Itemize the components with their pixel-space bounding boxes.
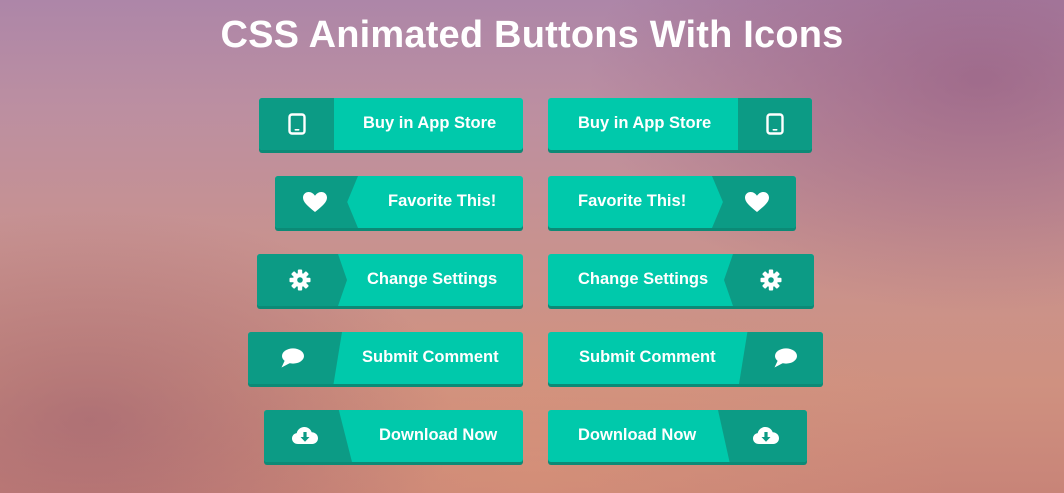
favorite-button-right[interactable]: Favorite This! bbox=[548, 176, 796, 228]
heart-icon bbox=[744, 191, 770, 213]
button-label: Change Settings bbox=[367, 270, 498, 288]
tablet-icon bbox=[766, 113, 784, 135]
button-label: Download Now bbox=[379, 426, 498, 444]
gear-icon bbox=[760, 269, 782, 291]
heart-icon bbox=[302, 191, 328, 213]
change-settings-button-left[interactable]: Change Settings bbox=[257, 254, 523, 306]
page-title: CSS Animated Buttons With Icons bbox=[220, 14, 844, 56]
comment-icon bbox=[279, 347, 305, 369]
icon-panel bbox=[718, 410, 807, 462]
download-now-button-right[interactable]: Download Now bbox=[548, 410, 807, 462]
tablet-icon bbox=[287, 113, 306, 135]
download-now-button-left[interactable]: Download Now bbox=[264, 410, 523, 462]
button-label: Buy in App Store bbox=[578, 114, 712, 132]
icon-panel bbox=[738, 98, 812, 150]
button-label: Change Settings bbox=[578, 270, 709, 288]
cloud-download-icon bbox=[291, 425, 319, 447]
icon-panel bbox=[248, 332, 342, 384]
submit-comment-button-left[interactable]: Submit Comment bbox=[248, 332, 523, 384]
icon-panel bbox=[712, 176, 796, 228]
icon-panel bbox=[257, 254, 347, 306]
button-label: Favorite This! bbox=[388, 192, 497, 210]
button-label: Download Now bbox=[578, 426, 697, 444]
icon-panel bbox=[264, 410, 352, 462]
buy-app-store-button-right[interactable]: Buy in App Store bbox=[548, 98, 812, 150]
change-settings-button-right[interactable]: Change Settings bbox=[548, 254, 814, 306]
gear-icon bbox=[289, 269, 311, 291]
favorite-button-left[interactable]: Favorite This! bbox=[275, 176, 523, 228]
button-label: Submit Comment bbox=[579, 348, 716, 366]
comment-icon bbox=[772, 347, 798, 369]
icon-panel bbox=[259, 98, 334, 150]
submit-comment-button-right[interactable]: Submit Comment bbox=[548, 332, 823, 384]
buy-app-store-button-left[interactable]: Buy in App Store bbox=[259, 98, 523, 150]
icon-panel bbox=[275, 176, 358, 228]
button-label: Favorite This! bbox=[578, 192, 687, 210]
button-label: Buy in App Store bbox=[363, 114, 497, 132]
icon-panel bbox=[739, 332, 823, 384]
icon-panel bbox=[724, 254, 814, 306]
button-label: Submit Comment bbox=[362, 348, 499, 366]
cloud-download-icon bbox=[752, 425, 780, 447]
